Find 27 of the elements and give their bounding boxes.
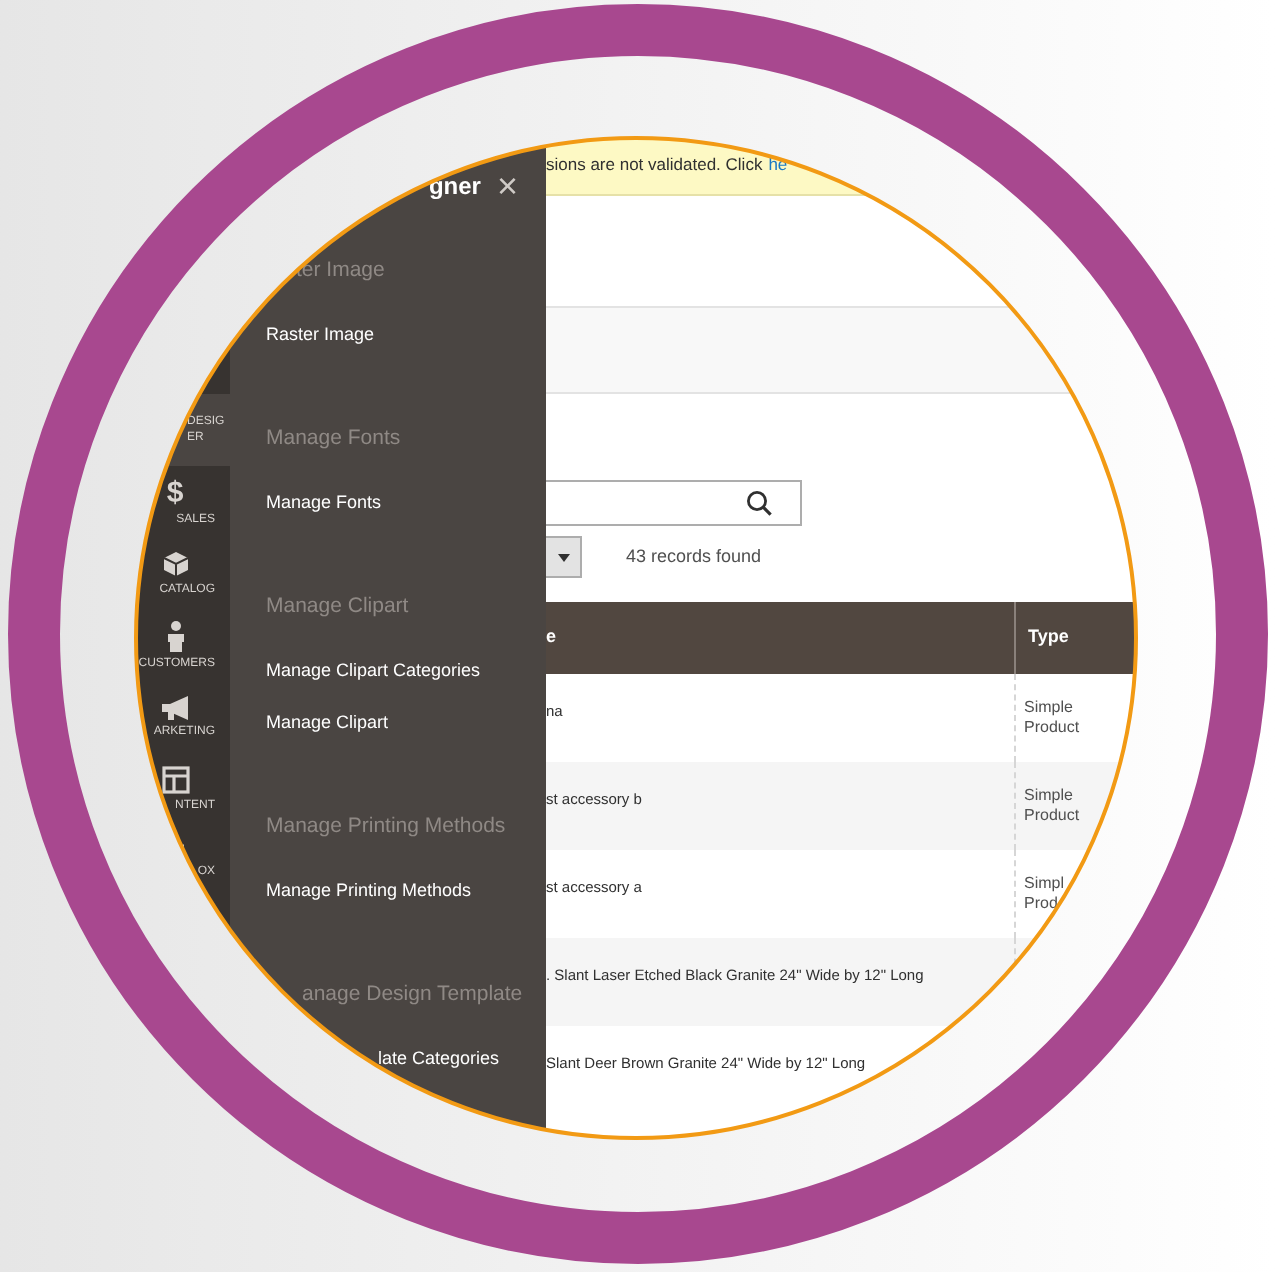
layout-icon [161,766,189,794]
flyout-title: gner [428,170,481,204]
search-field[interactable] [546,480,802,526]
section-heading: Manage Printing Methods [264,812,508,843]
records-count: 43 records found [626,543,762,570]
menu-item[interactable]: Manage Printing Methods [230,866,546,918]
section-heading: Manage Fonts [264,424,403,455]
menu-item[interactable]: Manage Fonts [230,478,546,530]
dropdown-button[interactable] [546,536,582,578]
table-cell-text: Simpl Prod [1024,874,1067,914]
search-icon [746,490,772,516]
section-heading: Manage Clipart [264,592,411,623]
close-button[interactable]: × [496,168,518,204]
menu-item[interactable]: Manage Clipart Categories [230,646,546,698]
menu-item[interactable]: late Categories [230,1034,546,1086]
caret-icon [557,553,569,561]
box-icon [161,550,189,578]
column-header: Type [1026,624,1071,651]
table-cell: Simple Product [1024,698,1080,738]
person-icon [165,620,185,652]
menu-item[interactable]: Manage Clipart [230,698,546,750]
notice-text: sions are not validated. Click [546,152,763,178]
dollar-icon: $ [166,477,184,507]
section-heading: anage Design Template [300,980,525,1011]
menu-item[interactable]: Raster Image [230,310,546,362]
table-cell: Simple Product [1024,786,1080,826]
megaphone-icon [159,696,191,720]
